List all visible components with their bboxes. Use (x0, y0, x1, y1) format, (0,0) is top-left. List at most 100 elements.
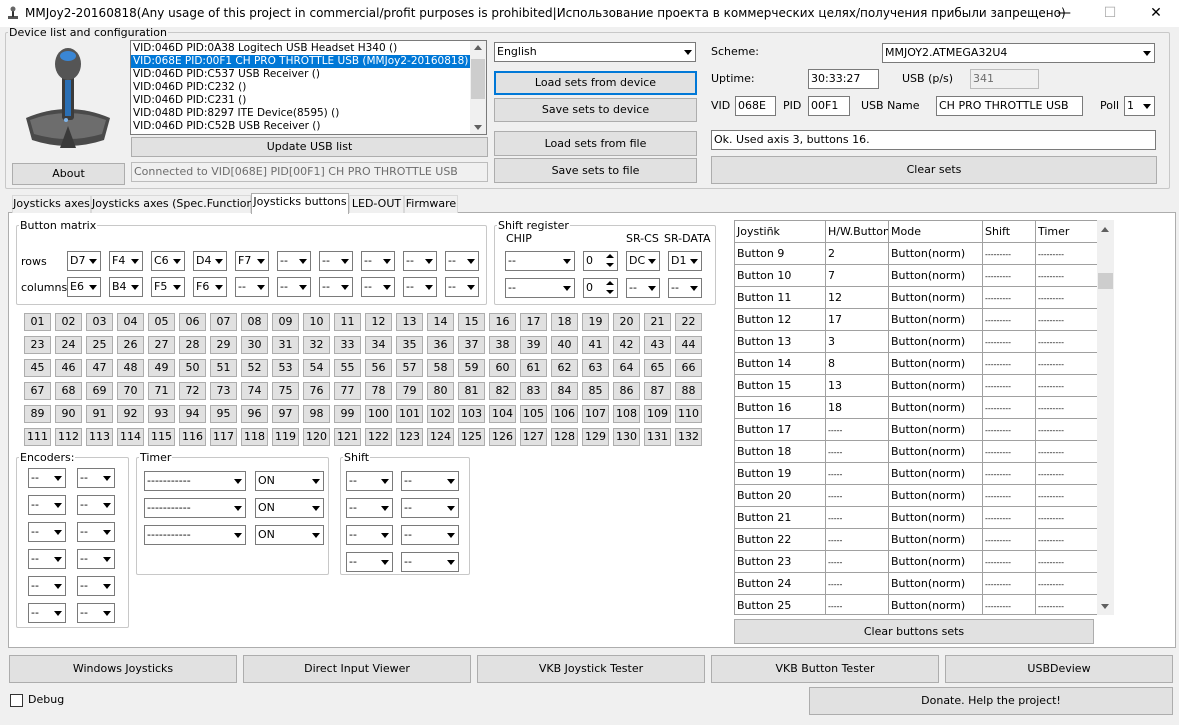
grid-row-header[interactable]: Button 11 (735, 287, 826, 309)
column-pin-select-6[interactable]: -- (277, 277, 311, 297)
button-number-113[interactable]: 113 (86, 428, 113, 446)
shift-a-select-2[interactable]: -- (346, 498, 393, 518)
button-number-64[interactable]: 64 (613, 359, 640, 377)
row-pin-select-4[interactable]: D4 (193, 251, 227, 271)
sr-cs-select-2[interactable]: -- (626, 278, 660, 298)
button-number-11[interactable]: 11 (334, 313, 361, 331)
grid-cell[interactable]: --------- (1036, 463, 1098, 485)
button-number-61[interactable]: 61 (520, 359, 547, 377)
grid-cell[interactable]: Button(norm) (889, 529, 983, 551)
device-list-scrollbar[interactable] (470, 41, 486, 134)
button-number-45[interactable]: 45 (24, 359, 51, 377)
grid-cell[interactable]: --------- (983, 309, 1036, 331)
grid-cell[interactable]: --------- (983, 551, 1036, 573)
button-number-52[interactable]: 52 (241, 359, 268, 377)
grid-cell[interactable]: 17 (826, 309, 889, 331)
button-number-53[interactable]: 53 (272, 359, 299, 377)
grid-cell[interactable]: --------- (983, 595, 1036, 614)
button-number-83[interactable]: 83 (520, 382, 547, 400)
encoder-a-select-2[interactable]: -- (28, 495, 66, 515)
button-number-05[interactable]: 05 (148, 313, 175, 331)
button-number-80[interactable]: 80 (427, 382, 454, 400)
button-number-55[interactable]: 55 (334, 359, 361, 377)
shift-a-select-3[interactable]: -- (346, 525, 393, 545)
shift-b-select-3[interactable]: -- (401, 525, 459, 545)
button-number-93[interactable]: 93 (148, 405, 175, 423)
grid-row-header[interactable]: Button 10 (735, 265, 826, 287)
about-button[interactable]: About (12, 163, 125, 185)
button-number-95[interactable]: 95 (210, 405, 237, 423)
button-number-123[interactable]: 123 (396, 428, 423, 446)
timer-state-select-1[interactable]: ON (255, 471, 324, 491)
button-number-15[interactable]: 15 (458, 313, 485, 331)
button-number-30[interactable]: 30 (241, 336, 268, 354)
encoder-b-select-6[interactable]: -- (77, 603, 115, 623)
button-number-132[interactable]: 132 (675, 428, 702, 446)
grid-cell[interactable]: Button(norm) (889, 287, 983, 309)
button-number-76[interactable]: 76 (303, 382, 330, 400)
shift-b-select-4[interactable]: -- (401, 552, 459, 572)
row-pin-select-9[interactable]: -- (403, 251, 437, 271)
grid-cell[interactable]: --------- (1036, 353, 1098, 375)
tab-firmware[interactable]: Firmware (404, 195, 458, 213)
grid-row-header[interactable]: Button 17 (735, 419, 826, 441)
button-number-08[interactable]: 08 (241, 313, 268, 331)
grid-cell[interactable]: Button(norm) (889, 309, 983, 331)
button-number-115[interactable]: 115 (148, 428, 175, 446)
grid-cell[interactable]: --------- (1036, 551, 1098, 573)
grid-cell[interactable]: --------- (1036, 595, 1098, 614)
device-list-item[interactable]: VID:068E PID:00F1 CH PRO THROTTLE USB (M… (131, 55, 486, 68)
encoder-b-select-2[interactable]: -- (77, 495, 115, 515)
column-pin-select-8[interactable]: -- (361, 277, 395, 297)
button-number-41[interactable]: 41 (582, 336, 609, 354)
tab-joysticks-axes[interactable]: Joysticks axes (12, 195, 91, 213)
button-number-20[interactable]: 20 (613, 313, 640, 331)
vkb-joystick-tester-button[interactable]: VKB Joystick Tester (477, 655, 705, 683)
grid-cell[interactable]: ----- (826, 507, 889, 529)
grid-cell[interactable]: --------- (983, 507, 1036, 529)
grid-cell[interactable]: ----- (826, 529, 889, 551)
grid-cell[interactable]: --------- (1036, 243, 1098, 265)
button-number-105[interactable]: 105 (520, 405, 547, 423)
column-pin-select-3[interactable]: F5 (151, 277, 185, 297)
grid-row-header[interactable]: Button 23 (735, 551, 826, 573)
grid-row-header[interactable]: Button 14 (735, 353, 826, 375)
grid-row-header[interactable]: Button 21 (735, 507, 826, 529)
grid-cell[interactable]: --------- (983, 573, 1036, 595)
button-number-26[interactable]: 26 (117, 336, 144, 354)
button-number-09[interactable]: 09 (272, 313, 299, 331)
grid-cell[interactable]: --------- (1036, 331, 1098, 353)
grid-cell[interactable]: Button(norm) (889, 573, 983, 595)
button-number-120[interactable]: 120 (303, 428, 330, 446)
button-number-127[interactable]: 127 (520, 428, 547, 446)
device-list-item[interactable]: VID:046D PID:C52B USB Receiver () (131, 120, 486, 133)
button-number-91[interactable]: 91 (86, 405, 113, 423)
vid-field[interactable]: 068E (735, 96, 776, 116)
button-number-100[interactable]: 100 (365, 405, 392, 423)
button-number-86[interactable]: 86 (613, 382, 640, 400)
button-number-58[interactable]: 58 (427, 359, 454, 377)
grid-cell[interactable]: ----- (826, 595, 889, 614)
tab-joysticks-buttons[interactable]: Joysticks buttons (251, 193, 349, 214)
column-pin-select-9[interactable]: -- (403, 277, 437, 297)
button-number-42[interactable]: 42 (613, 336, 640, 354)
button-number-104[interactable]: 104 (489, 405, 516, 423)
grid-cell[interactable]: --------- (983, 419, 1036, 441)
grid-cell[interactable]: ----- (826, 485, 889, 507)
usb-device-list[interactable]: VID:046D PID:0A38 Logitech USB Headset H… (130, 40, 487, 135)
sr-data-select-1[interactable]: D1 (668, 251, 702, 271)
update-usb-list-button[interactable]: Update USB list (131, 137, 488, 157)
grid-cell[interactable]: ----- (826, 419, 889, 441)
encoder-a-select-5[interactable]: -- (28, 576, 66, 596)
button-number-126[interactable]: 126 (489, 428, 516, 446)
grid-cell[interactable]: Button(norm) (889, 595, 983, 614)
button-number-68[interactable]: 68 (55, 382, 82, 400)
grid-cell[interactable]: --------- (983, 265, 1036, 287)
button-number-79[interactable]: 79 (396, 382, 423, 400)
grid-cell[interactable]: --------- (983, 287, 1036, 309)
row-pin-select-3[interactable]: C6 (151, 251, 185, 271)
button-number-110[interactable]: 110 (675, 405, 702, 423)
grid-cell[interactable]: 13 (826, 375, 889, 397)
button-number-50[interactable]: 50 (179, 359, 206, 377)
button-number-49[interactable]: 49 (148, 359, 175, 377)
